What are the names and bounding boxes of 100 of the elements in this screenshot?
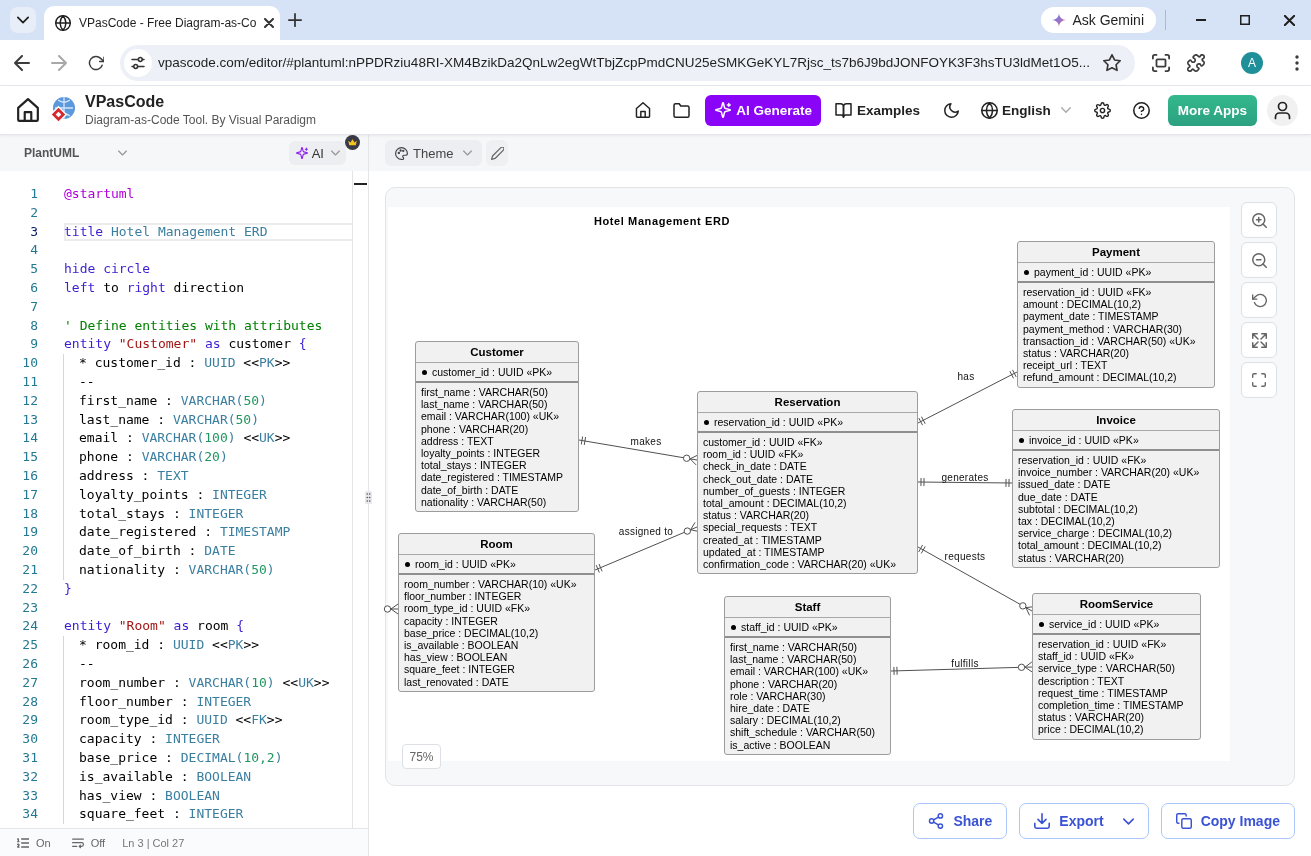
entity-attribute: room_number : VARCHAR(10) «UK» xyxy=(404,578,577,591)
zoom-out-button[interactable] xyxy=(1241,242,1277,278)
export-button[interactable]: Export xyxy=(1019,803,1149,839)
entity-attribute: is_available : BOOLEAN xyxy=(404,639,519,652)
line-number: 32 xyxy=(21,767,38,786)
entity-attribute: is_active : BOOLEAN xyxy=(730,738,831,751)
entity-attribute: last_renovated : DATE xyxy=(404,675,509,688)
line-number: 12 xyxy=(21,391,38,410)
globe-icon xyxy=(55,15,71,31)
app-name: VPasCode xyxy=(85,93,166,111)
profile-avatar[interactable]: A xyxy=(1241,51,1263,74)
line-number: 30 xyxy=(21,730,38,749)
ask-gemini-button[interactable]: Ask Gemini xyxy=(1041,7,1156,33)
logo-icon xyxy=(49,96,77,124)
entity-attribute: salary : DECIMAL(10,2) xyxy=(730,714,841,727)
entity-attribute: service_type : VARCHAR(50) xyxy=(1038,662,1175,675)
sparkles-icon xyxy=(295,147,308,159)
code-line: -- xyxy=(79,655,95,671)
line-number: 14 xyxy=(21,429,38,448)
fit-to-screen-button[interactable] xyxy=(1241,322,1277,358)
entity-attribute: date_registered : TIMESTAMP xyxy=(421,471,563,484)
line-number: 1 xyxy=(29,185,38,203)
entity-attribute: floor_number : INTEGER xyxy=(404,590,522,603)
edit-button[interactable] xyxy=(486,140,509,166)
plus-icon[interactable] xyxy=(288,13,302,27)
zoom-in-button[interactable] xyxy=(1241,202,1277,238)
star-icon[interactable] xyxy=(1103,53,1121,72)
entity-attribute: due_date : DATE xyxy=(1018,490,1098,503)
entity-attribute: subtotal : DECIMAL(10,2) xyxy=(1018,502,1138,515)
line-number: 34 xyxy=(21,805,38,824)
entity-attribute: address : TEXT xyxy=(421,434,494,447)
syntax-dropdown[interactable]: PlantUML xyxy=(24,146,127,160)
code-line: left to right direction xyxy=(64,280,245,295)
line-number: 19 xyxy=(21,523,38,542)
entity-attribute: square_feet : INTEGER xyxy=(404,663,515,676)
close-icon[interactable] xyxy=(1283,14,1295,26)
line-number: 3 xyxy=(29,222,38,241)
entity-attribute: tax : DECIMAL(10,2) xyxy=(1018,515,1115,528)
numbered-list-icon xyxy=(17,836,29,849)
line-number: 33 xyxy=(21,786,38,805)
code-line: base_price : DECIMAL(10,2) xyxy=(79,749,283,765)
entity-attribute: reservation_id : UUID «FK» xyxy=(1023,286,1152,299)
more-vertical-icon[interactable] xyxy=(1295,54,1299,71)
code-line: * customer_id : UUID <<PK>> xyxy=(79,355,291,371)
folder-icon[interactable] xyxy=(673,102,691,118)
code-line: loyalty_points : INTEGER xyxy=(79,486,267,502)
moon-icon[interactable] xyxy=(943,102,959,118)
entity-attribute: check_in_date : DATE xyxy=(703,460,807,473)
copy-image-button[interactable]: Copy Image xyxy=(1160,803,1295,839)
line-number: 5 xyxy=(29,260,38,279)
site-settings-icon[interactable] xyxy=(124,48,152,77)
language-select[interactable]: English xyxy=(980,101,1071,119)
code-line: capacity : INTEGER xyxy=(79,731,220,747)
browser-tab[interactable]: VPasCode - Free Diagram-as-Co xyxy=(44,6,280,40)
ai-menu-button[interactable]: AI xyxy=(288,141,346,165)
code-line: entity "Room" as room { xyxy=(64,618,245,634)
share-button[interactable]: Share xyxy=(913,803,1008,839)
code-line: phone : VARCHAR(20) xyxy=(79,449,228,465)
zoom-out-icon xyxy=(1251,252,1267,268)
settings-icon[interactable] xyxy=(1093,101,1111,119)
entity-attribute: issued_date : DATE xyxy=(1018,478,1111,491)
help-icon[interactable] xyxy=(1132,101,1150,119)
pencil-icon xyxy=(490,146,504,160)
fullscreen-button[interactable] xyxy=(1241,362,1277,398)
screen-capture-icon[interactable] xyxy=(1152,53,1170,72)
line-numbers-toggle[interactable]: On xyxy=(17,836,51,849)
address-bar[interactable]: vpascode.com/editor/#plantuml:nPPDRziu48RI-XM4BzikDa2QnLw2egWtTbjZcpPmdCNU25eSMKGeKYL7Rjsc_ts7b6J9bdJONFOYK3F3hsTU3ldMet1O5... xyxy=(120,44,1135,81)
code-line: room_type_id : UUID <<FK>> xyxy=(79,712,283,728)
back-arrow-icon[interactable] xyxy=(14,54,30,71)
examples-button[interactable]: Examples xyxy=(834,102,920,118)
user-icon[interactable] xyxy=(1267,94,1298,126)
reload-icon[interactable] xyxy=(88,54,104,71)
editor-scrollbar[interactable] xyxy=(352,171,368,828)
word-wrap-toggle[interactable]: Off xyxy=(71,836,106,849)
tab-menu-button[interactable] xyxy=(10,7,36,33)
entity-attribute: date_of_birth : DATE xyxy=(421,483,519,496)
ai-generate-button[interactable]: AI Generate xyxy=(705,94,821,126)
close-icon[interactable] xyxy=(264,18,275,28)
theme-dropdown[interactable]: Theme xyxy=(385,140,483,166)
home-icon[interactable] xyxy=(635,102,652,118)
entity-name: Reservation xyxy=(774,396,841,408)
line-number: 8 xyxy=(29,316,38,335)
resize-handle-icon[interactable] xyxy=(365,491,372,504)
cursor-position: Ln 3 | Col 27 xyxy=(122,836,185,849)
maximize-icon[interactable] xyxy=(1240,15,1250,25)
copy-icon xyxy=(1175,813,1192,829)
entity-attribute: role : VARCHAR(30) xyxy=(730,689,826,702)
entity-name: Invoice xyxy=(1096,414,1136,426)
entity-attribute: reservation_id : UUID «FK» xyxy=(1018,454,1147,467)
entity-attribute: last_name : VARCHAR(50) xyxy=(421,398,548,411)
puzzle-icon[interactable] xyxy=(1187,53,1205,72)
relationship-label: has xyxy=(957,370,975,382)
entity-attribute: service_charge : DECIMAL(10,2) xyxy=(1018,527,1173,540)
reset-view-button[interactable] xyxy=(1241,282,1277,318)
line-number: 18 xyxy=(21,504,38,523)
entity-attribute: price : DECIMAL(10,2) xyxy=(1038,723,1144,736)
home-icon[interactable] xyxy=(16,98,40,122)
entity-attribute: total_amount : DECIMAL(10,2) xyxy=(703,497,847,510)
line-number: 26 xyxy=(21,654,38,673)
line-number: 15 xyxy=(21,448,38,467)
